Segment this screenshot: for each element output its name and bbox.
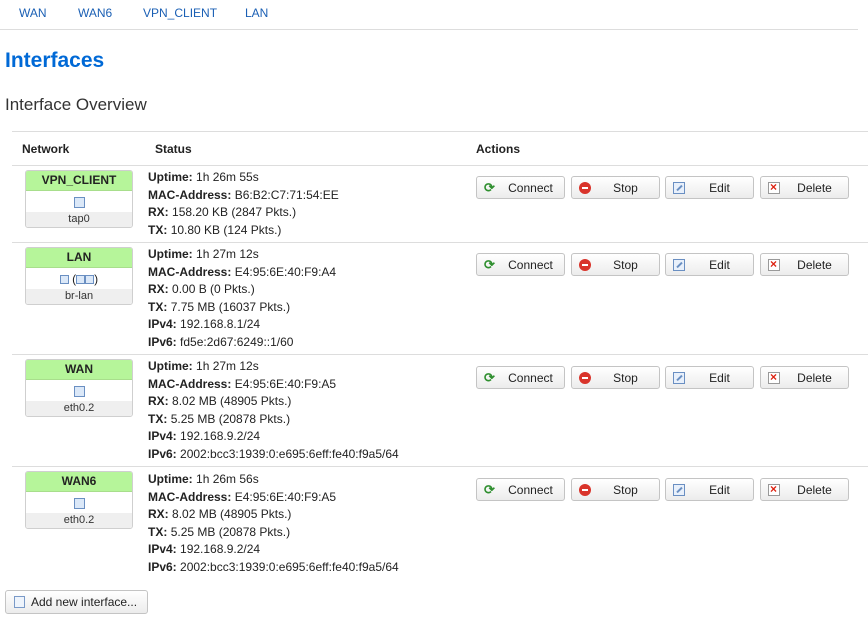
tab-vpn-client[interactable]: VPN_CLIENT [143,6,217,20]
column-header-status: Status [155,142,192,156]
ipv6-value: 2002:bcc3:1939:0:e695:6eff:fe40:f9a5/64 [180,559,399,574]
network-name: LAN [26,248,132,268]
delete-icon [768,482,780,496]
tunnel-device-icon [26,191,132,212]
reload-icon: ⟳ [484,257,495,272]
uptime-value: 1h 27m 12s [196,247,259,261]
tx-value: 5.25 MB (20878 Pkts.) [170,411,291,426]
mac-value: E4:95:6E:40:F9:A4 [234,264,337,279]
stop-icon [579,484,591,496]
rx-value: 158.20 KB (2847 Pkts.) [172,205,297,220]
edit-icon [673,484,685,496]
edit-icon [673,372,685,384]
interface-status: Uptime: 1h 27m 12s MAC-Address: E4:95:6E… [148,247,337,349]
section-title: Interface Overview [5,95,147,114]
network-name: WAN6 [26,472,132,492]
reload-icon: ⟳ [484,370,495,385]
ipv6-value: fd5e:2d67:6249::1/60 [180,334,294,349]
stop-icon [579,259,591,271]
rx-value: 8.02 MB (48905 Pkts.) [172,507,292,522]
tab-wan[interactable]: WAN [19,6,47,20]
rx-value: 8.02 MB (48905 Pkts.) [172,394,292,409]
edit-button[interactable]: Edit [665,478,754,501]
network-name: WAN [26,360,132,380]
page-title: Interfaces [5,49,105,72]
ipv6-value: 2002:bcc3:1939:0:e695:6eff:fe40:f9a5/64 [180,446,399,461]
delete-button[interactable]: Delete [760,478,849,501]
connect-button[interactable]: ⟳ Connect [476,253,565,276]
edit-button[interactable]: Edit [665,253,754,276]
delete-icon [768,370,780,384]
delete-button[interactable]: Delete [760,176,849,199]
row-divider [12,466,868,467]
tx-value: 5.25 MB (20878 Pkts.) [170,524,291,539]
stop-icon [579,182,591,194]
stop-icon [579,372,591,384]
tx-value: 7.75 MB (16037 Pkts.) [170,299,291,314]
network-badge: WAN eth0.2 [25,359,133,417]
ethernet-device-icon [26,492,132,513]
tab-lan[interactable]: LAN [245,6,268,20]
connect-button[interactable]: ⟳ Connect [476,366,565,389]
uptime-value: 1h 27m 12s [196,359,259,373]
network-badge: VPN_CLIENT tap0 [25,170,133,228]
connect-button[interactable]: ⟳ Connect [476,478,565,501]
reload-icon: ⟳ [484,482,495,497]
tab-bar: WAN WAN6 VPN_CLIENT LAN [0,0,858,30]
device-name: tap0 [26,212,132,227]
ethernet-device-icon [26,380,132,401]
uptime-value: 1h 26m 55s [196,170,259,184]
row-divider [12,354,868,355]
connect-button[interactable]: ⟳ Connect [476,176,565,199]
table-top-divider [12,131,868,132]
rx-value: 0.00 B (0 Pkts.) [172,282,255,297]
device-name: eth0.2 [26,401,132,416]
tx-value: 10.80 KB (124 Pkts.) [170,222,282,237]
network-badge: LAN () br-lan [25,247,133,305]
row-divider [12,242,868,243]
column-header-actions: Actions [476,142,521,156]
edit-icon [673,259,685,271]
column-header-network: Network [22,142,70,156]
interface-status: Uptime: 1h 26m 56s MAC-Address: E4:95:6E… [148,472,399,574]
tab-wan6[interactable]: WAN6 [78,6,112,20]
stop-button[interactable]: Stop [571,478,660,501]
reload-icon: ⟳ [484,180,495,195]
edit-button[interactable]: Edit [665,366,754,389]
edit-button[interactable]: Edit [665,176,754,199]
delete-icon [768,180,780,194]
interface-status: Uptime: 1h 27m 12s MAC-Address: E4:95:6E… [148,359,399,461]
edit-icon [673,182,685,194]
stop-button[interactable]: Stop [571,176,660,199]
ipv4-value: 192.168.9.2/24 [180,429,261,444]
network-badge: WAN6 eth0.2 [25,471,133,529]
add-interface-button[interactable]: Add new interface... [5,590,148,614]
ipv4-value: 192.168.9.2/24 [180,542,261,557]
bridge-device-icon: () [26,268,132,289]
table-header-divider [12,165,868,166]
interface-status: Uptime: 1h 26m 55s MAC-Address: B6:B2:C7… [148,170,339,237]
mac-value: E4:95:6E:40:F9:A5 [234,489,337,504]
stop-button[interactable]: Stop [571,253,660,276]
uptime-value: 1h 26m 56s [196,472,259,486]
mac-value: B6:B2:C7:71:54:EE [234,187,339,202]
network-name: VPN_CLIENT [26,171,132,191]
device-name: br-lan [26,289,132,304]
stop-button[interactable]: Stop [571,366,660,389]
delete-button[interactable]: Delete [760,366,849,389]
device-name: eth0.2 [26,513,132,528]
delete-icon [768,257,780,271]
mac-value: E4:95:6E:40:F9:A5 [234,376,337,391]
ipv4-value: 192.168.8.1/24 [180,317,261,332]
delete-button[interactable]: Delete [760,253,849,276]
add-icon [14,596,25,608]
